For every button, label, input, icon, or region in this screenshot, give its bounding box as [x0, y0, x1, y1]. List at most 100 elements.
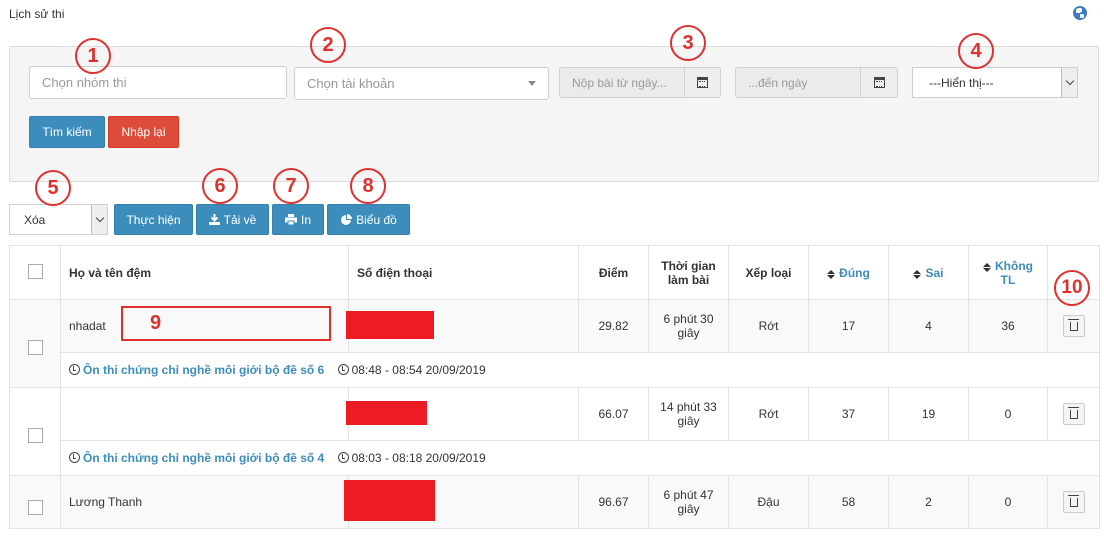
redacted-phone: [346, 400, 427, 425]
row-time-line2: giây: [677, 414, 700, 428]
col-score: Điểm: [578, 245, 649, 300]
row-select-cell: [9, 387, 61, 476]
account-select-placeholder: Chọn tài khoản: [307, 76, 395, 91]
select-arrow: [1061, 68, 1077, 97]
delete-button[interactable]: [1062, 403, 1085, 425]
delete-button[interactable]: [1062, 491, 1085, 513]
bulk-action-value: Xóa: [24, 212, 46, 227]
row-wrong: 4: [888, 299, 969, 353]
table-row: Lương Thanh 96.67 6 phút 47 giây Đậu 58 2…: [9, 475, 1100, 529]
col-phone: Số điện thoại: [348, 245, 579, 300]
date-from-calendar-button[interactable]: [684, 67, 721, 98]
row-unanswered: 0: [968, 387, 1048, 441]
chevron-down-icon: [1065, 76, 1074, 86]
row-exam-info: Ôn thi chứng chỉ nghề môi giới bộ đề số …: [60, 352, 1100, 388]
exam-link[interactable]: Ôn thi chứng chỉ nghề môi giới bộ đề số …: [83, 451, 324, 465]
date-to-calendar-button[interactable]: [860, 67, 898, 98]
row-score: 66.07: [578, 387, 649, 441]
date-to-input[interactable]: ...đến ngày: [735, 67, 861, 98]
row-score: 96.67: [578, 475, 649, 529]
globe-icon[interactable]: [1073, 6, 1087, 20]
display-select-value: ---Hiển thị---: [929, 75, 994, 90]
row-rank: Rớt: [728, 387, 809, 441]
row-correct: 58: [808, 475, 889, 529]
row-checkbox[interactable]: [27, 339, 43, 355]
col-rank: Xếp loại: [728, 245, 809, 300]
row-checkbox[interactable]: [27, 427, 43, 443]
row-time-line2: giây: [677, 502, 700, 516]
print-icon: [284, 214, 297, 225]
select-all-checkbox[interactable]: [27, 263, 43, 279]
annotation-marker: 10: [1054, 270, 1090, 306]
row-checkbox[interactable]: [27, 500, 43, 515]
download-icon: [208, 214, 220, 225]
search-button[interactable]: Tìm kiếm: [29, 116, 105, 148]
display-select[interactable]: ---Hiển thị---: [912, 67, 1078, 98]
download-button-label: Tải về: [223, 212, 257, 227]
col-time-line1: Thời gian: [661, 258, 716, 273]
row-rank: Đậu: [728, 475, 809, 529]
clock-icon: [337, 364, 349, 375]
col-unanswered-line1: Không: [995, 258, 1033, 273]
col-unanswered-line2: TL: [1000, 272, 1016, 287]
annotation-marker: 5: [35, 170, 71, 206]
date-from-input[interactable]: Nộp bài từ ngày...: [559, 67, 685, 98]
row-actions: [1047, 387, 1100, 441]
col-correct-sort[interactable]: Đúng: [808, 245, 889, 300]
account-select[interactable]: Chọn tài khoản: [294, 67, 549, 100]
caret-down-icon: [528, 81, 536, 86]
row-wrong: 2: [888, 475, 969, 529]
row-time: 6 phút 47 giây: [648, 475, 729, 529]
print-button-label: In: [300, 212, 311, 227]
col-correct: Đúng: [839, 265, 870, 280]
delete-button[interactable]: [1062, 315, 1085, 337]
col-name: Họ và tên đệm: [60, 245, 349, 300]
select-all-cell: [9, 245, 61, 300]
redacted-phone: [346, 310, 434, 339]
row-correct: 37: [808, 387, 889, 441]
row-time: 14 phút 33 giây: [648, 387, 729, 441]
row-time-line1: 6 phút 47: [663, 488, 714, 502]
results-table: Họ và tên đệm Số điện thoại Điểm Thời gi…: [9, 245, 1100, 529]
col-wrong-sort[interactable]: Sai: [888, 245, 969, 300]
calendar-icon: [697, 77, 708, 88]
exam-time: 08:48 - 08:54 20/09/2019: [351, 363, 486, 377]
row-select-cell: [9, 475, 61, 529]
exam-link[interactable]: Ôn thi chứng chỉ nghề môi giới bộ đề số …: [83, 363, 324, 377]
chart-button-label: Biểu đồ: [356, 212, 397, 227]
reset-button[interactable]: Nhập lại: [108, 116, 179, 148]
chart-button[interactable]: Biểu đồ: [327, 204, 410, 235]
table-header-row: Họ và tên đệm Số điện thoại Điểm Thời gi…: [9, 245, 1100, 300]
trash-icon: [1067, 406, 1079, 419]
bulk-action-select[interactable]: Xóa: [9, 204, 108, 235]
row-unanswered: 36: [968, 299, 1048, 353]
table-row: 66.07 14 phút 33 giây Rớt 37 19 0: [9, 387, 1100, 476]
row-name: Lương Thanh: [60, 475, 349, 529]
row-time: 6 phút 30 giây: [648, 299, 729, 353]
row-time-line2: giây: [677, 326, 700, 340]
reset-button-label: Nhập lại: [121, 125, 166, 139]
row-unanswered: 0: [968, 475, 1048, 529]
col-time: Thời gian làm bài: [648, 245, 729, 300]
page-title: Lịch sử thi: [9, 7, 65, 21]
print-button[interactable]: In: [272, 204, 324, 235]
row-phone: [344, 475, 579, 529]
download-button[interactable]: Tải về: [196, 204, 269, 235]
execute-button[interactable]: Thực hiện: [114, 204, 193, 235]
table-row-details: Ôn thi chứng chỉ nghề môi giới bộ đề số …: [10, 352, 1100, 388]
sort-icon: [983, 262, 991, 272]
col-time-line2: làm bài: [667, 272, 710, 287]
annotation-marker: 6: [202, 168, 238, 204]
row-name: [60, 387, 349, 441]
col-unanswered-sort[interactable]: Không TL: [968, 245, 1048, 300]
row-wrong: 19: [888, 387, 969, 441]
annotation-marker: 8: [350, 168, 386, 204]
execute-button-label: Thực hiện: [126, 212, 181, 227]
clock-icon: [69, 452, 80, 463]
pie-chart-icon: [341, 213, 353, 225]
row-correct: 17: [808, 299, 889, 353]
row-score: 29.82: [578, 299, 649, 353]
row-actions: [1047, 299, 1100, 353]
row-phone: [346, 387, 579, 441]
exam-group-input[interactable]: Chọn nhóm thi: [29, 66, 287, 99]
